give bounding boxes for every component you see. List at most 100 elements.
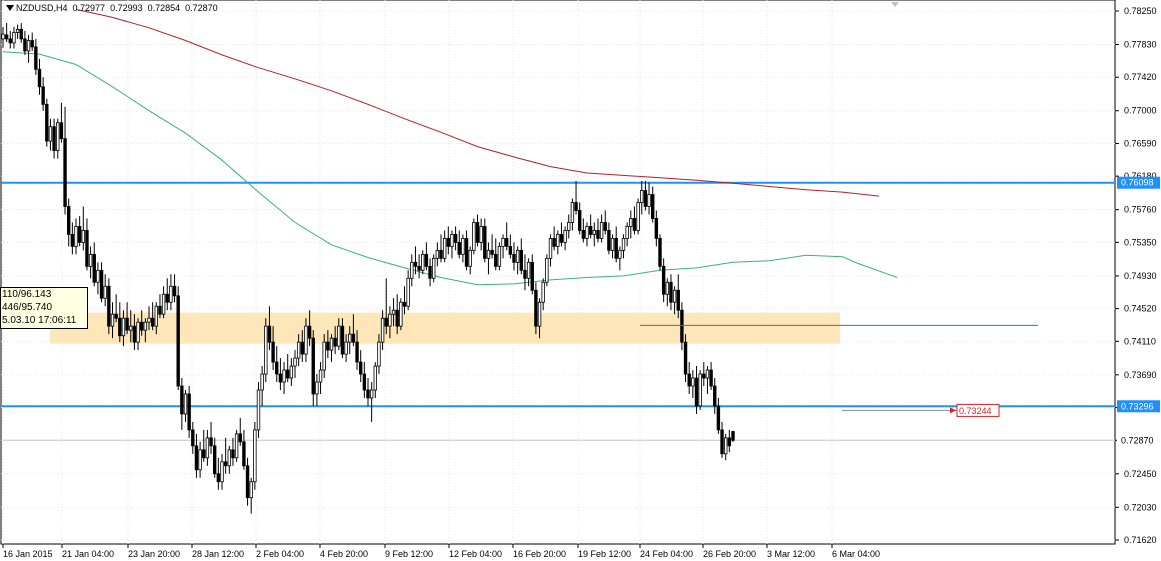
candle-body <box>99 269 104 299</box>
candle-body <box>30 40 34 48</box>
x-tick-label: 26 Feb 20:00 <box>703 549 756 559</box>
candle-body <box>548 237 553 259</box>
candle-body <box>307 325 312 339</box>
candle-body <box>172 285 177 297</box>
candle-body <box>205 437 210 459</box>
candle-body <box>570 202 575 223</box>
candle-body <box>333 337 337 347</box>
candle-body <box>264 325 268 375</box>
candle-body <box>212 445 217 475</box>
candle-body <box>534 289 538 327</box>
candle-body <box>260 373 264 391</box>
candle-body <box>311 337 315 395</box>
candle-body <box>351 333 356 343</box>
plot-frame <box>0 0 1116 545</box>
candle-body <box>654 218 659 239</box>
candle-body <box>709 369 713 387</box>
candle-body <box>406 277 410 307</box>
candle-body <box>19 28 23 40</box>
candle-body <box>67 206 71 235</box>
y-tick-label: 0.78250 <box>1124 6 1157 16</box>
info-line-1: 110/96.143 <box>2 289 52 300</box>
candle-body <box>643 190 648 207</box>
candle-body <box>694 377 699 407</box>
candle-body <box>242 441 246 467</box>
candle-body <box>150 317 155 327</box>
y-tick-label: 0.74110 <box>1124 336 1156 346</box>
candle-body <box>552 237 556 247</box>
y-tick-label: 0.73690 <box>1124 370 1157 380</box>
candle-body <box>665 281 669 295</box>
candle-body <box>727 437 732 447</box>
candle-body <box>494 253 498 267</box>
candle-body <box>326 341 330 351</box>
candle-body <box>45 103 49 142</box>
candle-body <box>618 249 622 259</box>
price-chart[interactable]: 0.782500.778300.774200.770000.765900.761… <box>0 0 1161 561</box>
x-tick-label: 12 Feb 04:00 <box>449 549 502 559</box>
candle-body <box>724 437 728 455</box>
alert-price-label: 0.73244 <box>959 406 992 416</box>
candle-body <box>253 429 257 483</box>
candle-body <box>223 461 228 467</box>
candle-body <box>136 321 140 343</box>
candle-body <box>198 449 202 471</box>
candle-body <box>537 301 542 327</box>
candle-body <box>651 194 655 219</box>
high-value: 0.72993 <box>110 3 143 13</box>
candle-body <box>610 237 615 251</box>
y-tick-label: 0.77420 <box>1124 72 1157 82</box>
open-value: 0.72977 <box>72 3 106 13</box>
grid <box>0 0 1116 545</box>
candle-body <box>304 325 308 355</box>
candle-body <box>161 293 166 315</box>
candle-body <box>421 253 425 271</box>
candle-body <box>63 138 67 207</box>
candle-body <box>285 369 290 379</box>
y-tick-label: 0.76590 <box>1124 138 1157 148</box>
y-tick-label: 0.75760 <box>1124 205 1157 215</box>
candle-body <box>227 449 231 467</box>
support-zone <box>50 312 840 344</box>
candle-body <box>680 309 684 343</box>
candle-body <box>585 226 589 239</box>
candle-body <box>15 28 20 33</box>
candle-body <box>519 249 523 271</box>
candle-body <box>574 202 578 211</box>
candle-body <box>245 465 250 499</box>
candle-body <box>545 257 549 283</box>
candle-body <box>26 40 31 52</box>
candle-body <box>395 309 399 327</box>
candle-body <box>56 122 60 152</box>
candle-body <box>154 305 158 327</box>
candle-body <box>435 249 440 259</box>
x-tick-label: 21 Jan 04:00 <box>62 549 114 559</box>
candle-body <box>322 341 326 371</box>
info-line-2: 446/95.740 <box>2 302 53 313</box>
candle-body <box>424 253 429 267</box>
candle-body <box>194 445 199 471</box>
candle-body <box>278 373 283 383</box>
candle-body <box>4 34 9 40</box>
x-tick-label: 23 Jan 20:00 <box>128 549 180 559</box>
x-tick-label: 24 Feb 04:00 <box>640 549 693 559</box>
candle-body <box>526 261 531 279</box>
candle-body <box>676 289 680 311</box>
candle-body <box>362 373 367 391</box>
x-tick-label: 3 Mar 12:00 <box>767 549 815 559</box>
low-value: 0.72854 <box>147 3 181 13</box>
candle-body <box>625 226 629 239</box>
candle-body <box>238 433 242 443</box>
candle-body <box>340 325 345 355</box>
x-tick-label: 9 Feb 12:00 <box>385 549 433 559</box>
candle-body <box>713 385 717 407</box>
x-tick-label: 2 Feb 04:00 <box>256 549 304 559</box>
candle-body <box>731 431 735 441</box>
candle-body <box>37 68 42 88</box>
candle-body <box>12 32 16 44</box>
candle-body <box>442 237 447 259</box>
dropdown-triangle-icon[interactable] <box>6 5 14 11</box>
candle-body <box>413 261 418 267</box>
candle-body <box>669 281 673 303</box>
y-tick-label: 0.77000 <box>1124 106 1157 116</box>
